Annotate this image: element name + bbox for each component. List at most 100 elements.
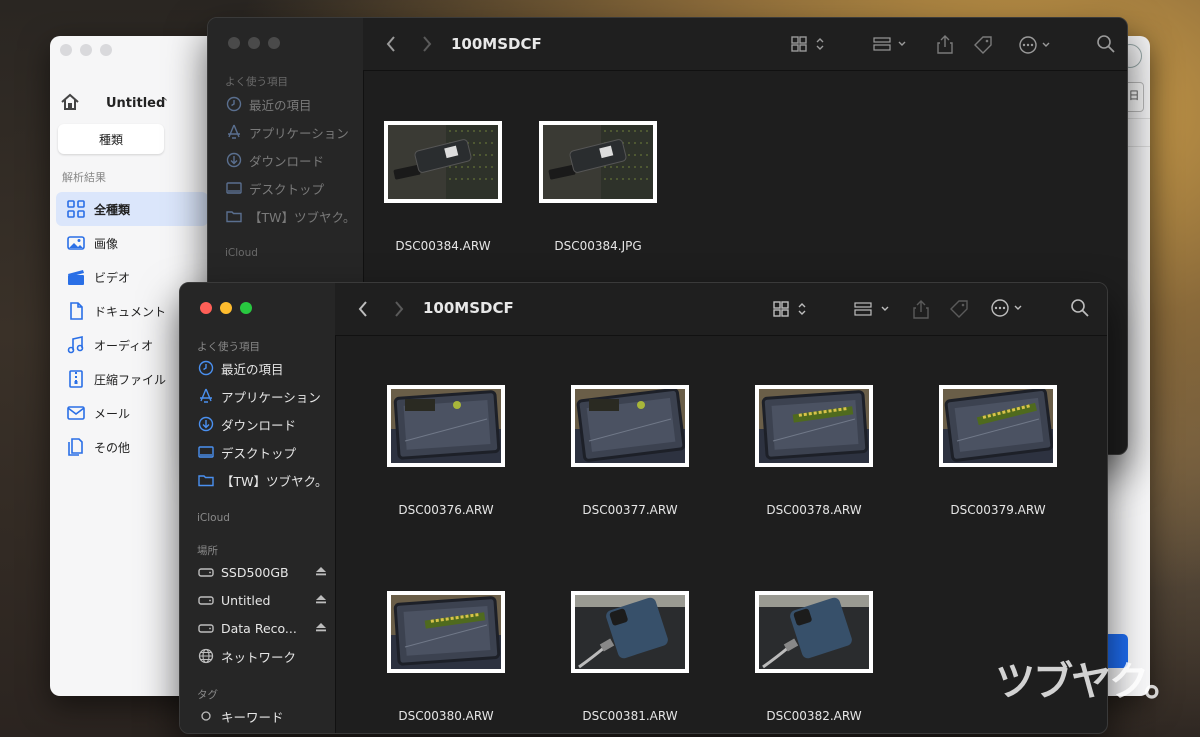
sidebar-item[interactable]: ネットワーク [188,642,333,670]
desktop-icon [226,180,242,196]
sidebar-item[interactable]: Data Reco... [188,614,333,642]
file-thumbnail[interactable] [387,591,505,673]
file-name[interactable]: DSC00379.ARW [918,503,1078,517]
apps-icon [226,124,242,140]
category-label: ドキュメント [94,304,167,319]
sidebar-item-label: ダウンロード [221,417,297,433]
file-name[interactable]: DSC00381.ARW [550,709,710,723]
icon-view-icon[interactable] [773,301,809,317]
eject-icon[interactable] [315,565,327,580]
file-name[interactable]: DSC00380.ARW [366,709,526,723]
category-label: 圧縮ファイル [94,372,167,387]
drive-icon [198,564,214,580]
minimize-button[interactable] [220,302,232,314]
icon-view-icon[interactable] [791,36,827,52]
zoom-button[interactable] [240,302,252,314]
share-icon[interactable] [937,34,953,54]
file-thumbnail[interactable] [539,121,657,203]
category-item[interactable]: 全種類 [56,192,208,226]
mail-icon [66,403,86,423]
sidebar-item-label: デスクトップ [221,445,297,461]
eject-icon[interactable] [315,621,327,636]
download-icon [198,416,214,432]
sidebar-item[interactable]: ダウンロード [188,410,333,438]
finder-toolbar: 100MSDCF [363,18,1127,71]
folder-icon [226,208,242,224]
clock-icon [226,96,242,112]
thumbnail-image [388,125,498,199]
sidebar-item[interactable]: アプリケーション [216,118,361,146]
desktop-icon [198,444,214,460]
thumbnail-image [575,595,685,669]
category-label: メール [94,406,131,421]
more-actions-icon[interactable] [991,299,1027,317]
grid-icon [66,199,86,219]
sidebar-item-label: デスクトップ [249,181,325,197]
search-icon[interactable] [1071,299,1089,317]
traffic-lights [200,302,252,314]
tag-icon[interactable] [949,299,969,319]
music-note-icon [66,335,86,355]
group-view-icon[interactable] [873,36,911,52]
sidebar-item-label: 最近の項目 [221,361,284,377]
sidebar-item[interactable]: 最近の項目 [188,354,333,382]
file-thumbnail[interactable] [384,121,502,203]
sidebar-item[interactable]: Untitled [188,586,333,614]
sidebar-item[interactable]: 【TW】ツブヤク。 [216,202,361,230]
file-name[interactable]: DSC00384.ARW [363,239,523,253]
close-button[interactable] [228,37,240,49]
file-thumbnail[interactable] [387,385,505,467]
sidebar-item[interactable]: デスクトップ [188,438,333,466]
sidebar-item-label: 最近の項目 [249,97,312,113]
back-chevron-icon[interactable] [385,35,397,53]
network-icon [198,648,214,664]
back-chevron-icon[interactable] [357,300,369,318]
file-thumbnail[interactable] [571,385,689,467]
photo-icon [66,233,86,253]
sidebar-item[interactable]: SSD500GB [188,558,333,586]
file-thumbnail[interactable] [755,385,873,467]
volume-title[interactable]: Untitled [106,96,165,111]
sidebar-item[interactable]: アプリケーション [188,382,333,410]
file-name[interactable]: DSC00376.ARW [366,503,526,517]
sidebar-item[interactable]: キーワード [188,702,333,730]
tag-icon[interactable] [973,35,993,55]
sidebar-item[interactable]: デスクトップ [216,174,361,202]
forward-chevron-icon[interactable] [421,35,433,53]
sidebar-item-label: ネットワーク [221,649,297,665]
tab-kind[interactable]: 種類 [58,124,164,154]
thumbnail-image [943,389,1053,463]
thumbnail-image [575,389,685,463]
home-icon[interactable] [60,92,80,112]
drive-icon [198,592,214,608]
share-icon[interactable] [913,299,929,319]
sidebar-item-label: 【TW】ツブヤク。 [221,473,328,489]
group-view-icon[interactable] [854,301,892,317]
sidebar-item-label: Data Reco... [221,620,297,636]
file-thumbnail[interactable] [755,591,873,673]
close-button[interactable] [200,302,212,314]
zoom-button[interactable] [268,37,280,49]
sidebar-item-label: ダウンロード [249,153,325,169]
chevron-updown-icon[interactable]: ⌃ [160,96,169,109]
minimize-button[interactable] [248,37,260,49]
sidebar-item[interactable]: 最近の項目 [216,90,361,118]
file-name[interactable]: DSC00378.ARW [734,503,894,517]
category-item[interactable]: 画像 [56,226,208,260]
eject-icon[interactable] [315,593,327,608]
file-thumbnail[interactable] [571,591,689,673]
file-name[interactable]: DSC00384.JPG [518,239,678,253]
sidebar-item[interactable]: 【TW】ツブヤク。 [188,466,333,494]
locations-list: SSD500GB Untitled Data Reco... ネットワーク [188,558,333,670]
file-thumbnail[interactable] [939,385,1057,467]
forward-chevron-icon[interactable] [393,300,405,318]
search-icon[interactable] [1097,35,1115,53]
file-name[interactable]: DSC00382.ARW [734,709,894,723]
file-name[interactable]: DSC00377.ARW [550,503,710,517]
category-label: オーディオ [94,338,154,353]
other-icon [66,437,86,457]
finder-window-front: よく使う項目 最近の項目 アプリケーション ダウンロード デスクトップ 【TW】ツブヤク… [179,282,1108,734]
more-actions-icon[interactable] [1019,36,1055,54]
tags-list: キーワード [188,702,333,730]
sidebar-item[interactable]: ダウンロード [216,146,361,174]
